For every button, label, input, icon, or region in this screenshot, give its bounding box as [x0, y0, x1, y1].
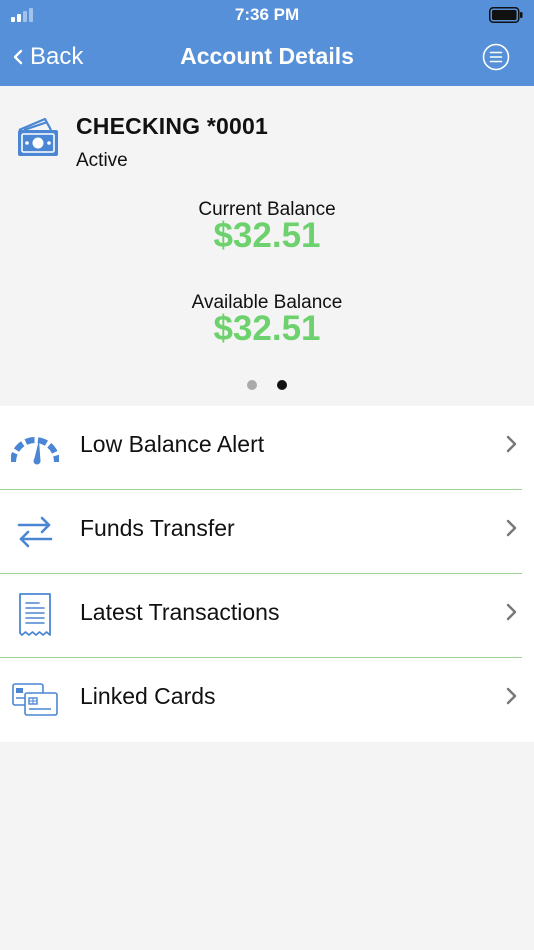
current-balance-amount: $32.51 [213, 216, 321, 255]
page-indicator[interactable] [0, 380, 534, 392]
battery-icon [489, 7, 523, 23]
menu-item-label: Low Balance Alert [80, 431, 265, 457]
status-time: 7:36 PM [234, 5, 300, 24]
page-dot-2[interactable] [277, 380, 287, 390]
back-button[interactable]: Back [12, 42, 83, 72]
page-dot-1[interactable] [247, 380, 257, 390]
chevron-right-icon [506, 435, 517, 453]
menu-item-label: Linked Cards [80, 683, 216, 709]
account-card[interactable]: CHECKING *0001 Active Current Balance $3… [0, 86, 534, 406]
app-header: 7:36 PM Back Account Details [0, 0, 534, 86]
chevron-left-icon [13, 49, 23, 65]
menu-item-linked-cards[interactable]: Linked Cards [0, 658, 534, 742]
money-icon [18, 117, 58, 156]
nav-bar: Back Account Details [0, 30, 534, 86]
chevron-right-icon [506, 603, 517, 621]
account-status: Active [76, 150, 128, 171]
cards-icon [12, 683, 58, 716]
account-actions-list: Low Balance Alert Funds Transfer Latest … [0, 406, 534, 742]
chevron-right-icon [506, 519, 517, 537]
menu-icon[interactable] [482, 43, 510, 71]
menu-item-low-balance-alert[interactable]: Low Balance Alert [0, 406, 534, 490]
transfer-arrows-icon [17, 516, 53, 548]
available-balance-amount: $32.51 [213, 309, 321, 348]
gauge-icon [11, 437, 59, 465]
menu-item-label: Funds Transfer [80, 515, 235, 541]
menu-item-label: Latest Transactions [80, 599, 280, 625]
chevron-right-icon [506, 687, 517, 705]
menu-item-latest-transactions[interactable]: Latest Transactions [0, 574, 534, 658]
receipt-icon [19, 593, 51, 636]
account-name: CHECKING *0001 [76, 113, 268, 139]
status-bar: 7:36 PM [0, 0, 534, 30]
back-label: Back [30, 43, 84, 70]
menu-item-funds-transfer[interactable]: Funds Transfer [0, 490, 534, 574]
